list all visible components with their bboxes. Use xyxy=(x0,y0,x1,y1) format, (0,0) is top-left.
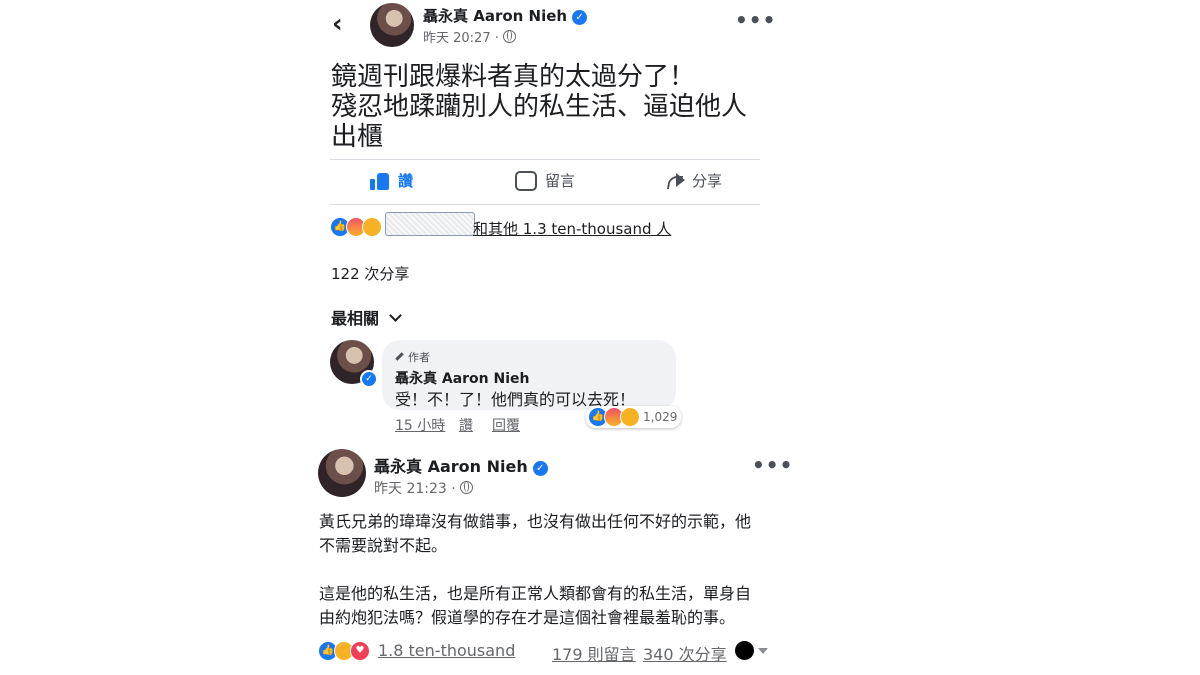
verified-icon: ✓ xyxy=(360,370,378,388)
back-arrow-icon[interactable]: ‹ xyxy=(332,10,356,38)
post-author-name[interactable]: 聶永真 Aaron Nieh xyxy=(374,457,528,476)
post-author-name[interactable]: 聶永真 Aaron Nieh xyxy=(423,7,567,25)
chevron-down-icon xyxy=(389,309,402,322)
globe-icon xyxy=(459,481,473,494)
comment-reaction-count: 1,029 xyxy=(643,410,678,424)
chevron-down-icon[interactable] xyxy=(758,648,768,654)
like-label: 讚 xyxy=(398,172,414,190)
post-author[interactable]: 聶永真 Aaron Nieh ✓ xyxy=(423,5,588,26)
comment-time[interactable]: 15 小時 xyxy=(395,415,445,435)
post-time[interactable]: 昨天 20:27 · xyxy=(423,31,499,46)
commenter-name[interactable]: 聶永真 Aaron Nieh xyxy=(395,368,530,388)
share-icon xyxy=(666,172,685,189)
comment-sort-dropdown[interactable]: 最相關 xyxy=(331,305,402,329)
author-badge-label: 作者 xyxy=(408,351,430,364)
avatar[interactable] xyxy=(318,449,366,497)
verified-icon: ✓ xyxy=(572,10,588,25)
sad-reaction-icon xyxy=(620,407,640,427)
pencil-icon xyxy=(395,352,404,361)
like-button[interactable]: 讚 xyxy=(370,170,413,191)
divider xyxy=(330,204,760,205)
sort-label: 最相關 xyxy=(331,309,380,328)
globe-icon xyxy=(502,30,516,43)
divider xyxy=(330,159,760,160)
comment-button[interactable]: 留言 xyxy=(515,170,575,191)
share-label: 分享 xyxy=(692,172,723,190)
comment-icon xyxy=(515,170,537,191)
reaction-count[interactable]: 1.8 ten-thousand xyxy=(378,641,515,660)
share-count[interactable]: 122 次分享 xyxy=(331,263,409,284)
love-reaction-icon: ♥ xyxy=(350,641,370,661)
reaction-icons[interactable]: 👍 xyxy=(330,217,382,237)
avatar[interactable] xyxy=(370,3,414,47)
like-icon xyxy=(370,172,390,190)
comment-reactions[interactable]: 👍 1,029 xyxy=(586,406,682,428)
comment-count[interactable]: 179 則留言 xyxy=(552,641,636,665)
post-author[interactable]: 聶永真 Aaron Nieh ✓ xyxy=(374,453,548,477)
more-icon[interactable]: ••• xyxy=(735,8,776,32)
post-meta: 昨天 20:27 · xyxy=(423,27,516,46)
share-button[interactable]: 分享 xyxy=(666,170,722,191)
post-meta: 昨天 21:23 · xyxy=(374,478,473,498)
comment-label: 留言 xyxy=(545,172,576,190)
sad-reaction-icon xyxy=(362,217,382,237)
reaction-icons[interactable]: 👍 ♥ xyxy=(318,641,370,661)
verified-icon: ✓ xyxy=(532,461,548,476)
redacted-name xyxy=(385,212,475,236)
post-text: 鏡週刊跟爆料者真的太過分了！ 殘忍地蹂躪別人的私生活、逼迫他人 出櫃 xyxy=(331,62,748,152)
profile-selector-avatar[interactable] xyxy=(735,641,754,660)
share-count[interactable]: 340 次分享 xyxy=(643,641,727,665)
post-time[interactable]: 昨天 21:23 · xyxy=(374,481,456,497)
more-icon[interactable]: ••• xyxy=(752,453,793,477)
reaction-summary[interactable]: 和其他 1.3 ten-thousand 人 xyxy=(473,218,671,239)
post-text: 黃氏兄弟的瑋瑋沒有做錯事，也沒有做出任何不好的示範，他 不需要說對不起。 這是他… xyxy=(319,512,752,627)
comment-like-button[interactable]: 讚 xyxy=(459,415,473,435)
comment-reply-button[interactable]: 回覆 xyxy=(492,415,520,435)
author-badge: 作者 xyxy=(395,349,430,365)
